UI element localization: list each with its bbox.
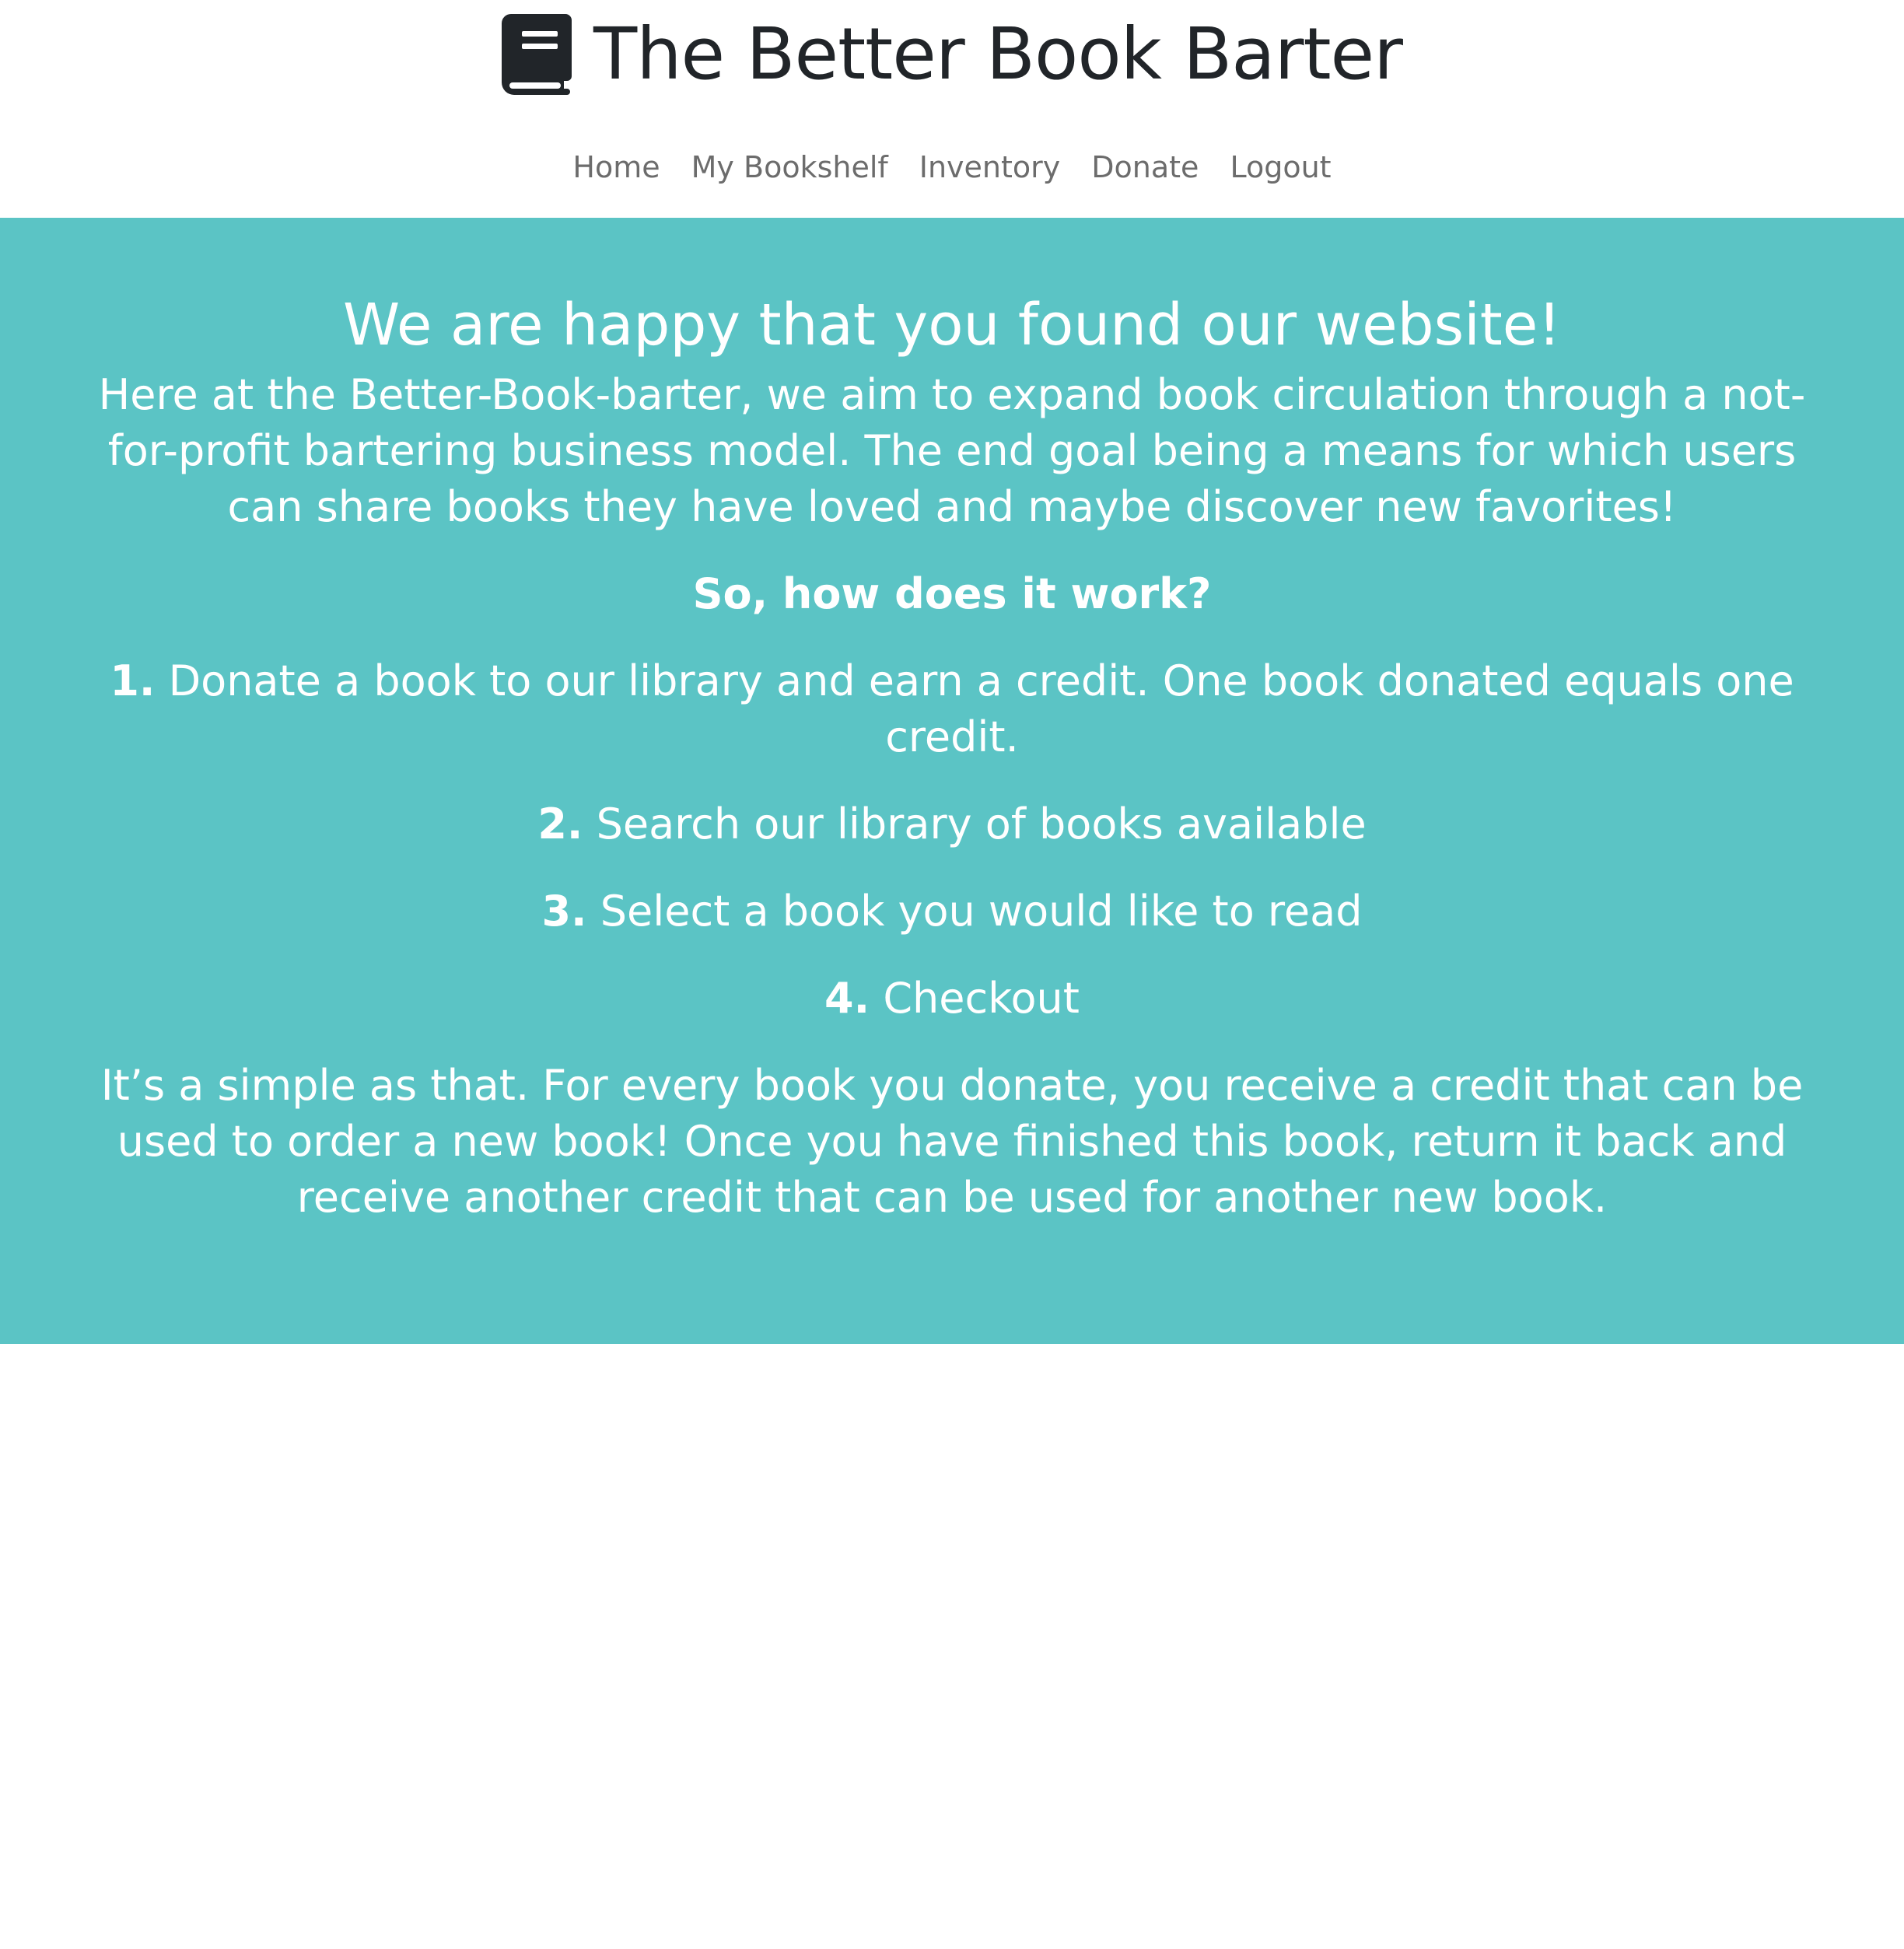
site-header: The Better Book Barter Home My Bookshelf… bbox=[0, 0, 1904, 218]
step-text: Donate a book to our library and earn a … bbox=[168, 656, 1794, 761]
step-text: Select a book you would like to read bbox=[600, 887, 1363, 936]
nav-donate[interactable]: Donate bbox=[1091, 150, 1199, 184]
main-nav: Home My Bookshelf Inventory Donate Logou… bbox=[0, 140, 1904, 194]
how-it-works-heading: So, how does it work? bbox=[692, 569, 1212, 618]
step-item: 1. Donate a book to our library and earn… bbox=[78, 653, 1826, 765]
hero-closing: It’s a simple as that. For every book yo… bbox=[100, 1061, 1804, 1222]
hero-intro: Here at the Better-Book-barter, we aim t… bbox=[98, 370, 1806, 531]
hero-section: We are happy that you found our website!… bbox=[0, 218, 1904, 1344]
nav-inventory[interactable]: Inventory bbox=[919, 150, 1061, 184]
step-number: 4. bbox=[824, 974, 870, 1023]
step-text: Checkout bbox=[883, 974, 1080, 1023]
site-title: The Better Book Barter bbox=[593, 12, 1403, 96]
step-item: 4. Checkout bbox=[78, 971, 1826, 1027]
step-text: Search our library of books available bbox=[596, 800, 1367, 849]
step-item: 3. Select a book you would like to read bbox=[78, 884, 1826, 940]
step-number: 2. bbox=[537, 800, 583, 849]
step-number: 3. bbox=[541, 887, 587, 936]
book-icon bbox=[502, 14, 572, 95]
nav-my-bookshelf[interactable]: My Bookshelf bbox=[691, 150, 888, 184]
brand[interactable]: The Better Book Barter bbox=[0, 8, 1904, 101]
step-item: 2. Search our library of books available bbox=[78, 796, 1826, 852]
step-number: 1. bbox=[110, 656, 156, 705]
nav-logout[interactable]: Logout bbox=[1230, 150, 1331, 184]
nav-home[interactable]: Home bbox=[572, 150, 660, 184]
hero-heading: We are happy that you found our website! bbox=[343, 292, 1561, 359]
